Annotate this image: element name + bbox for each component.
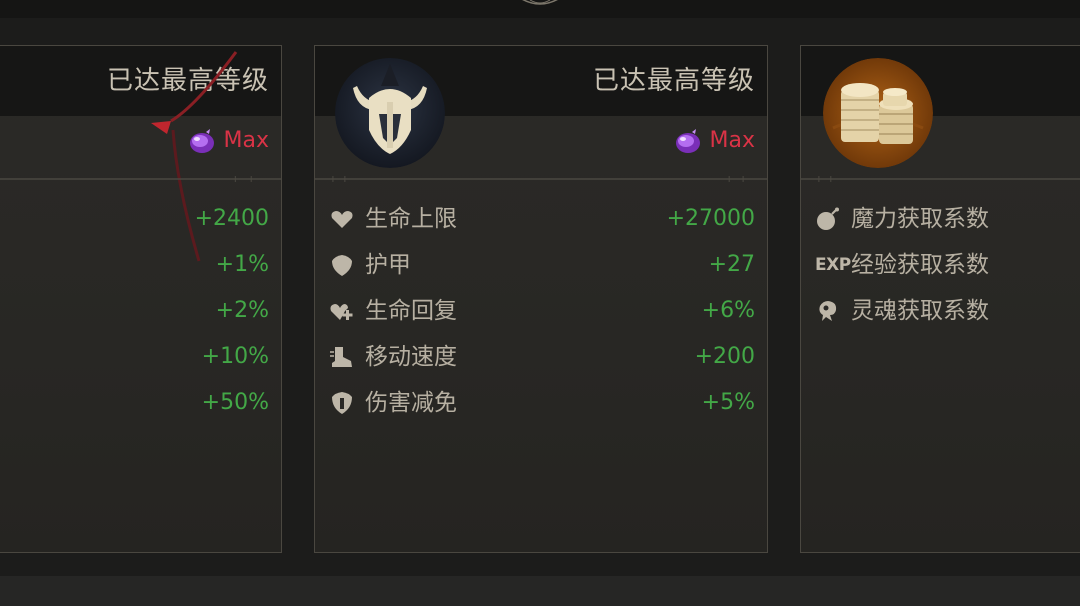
- divider: [801, 176, 1080, 182]
- stat-row-exp-gain: EXP 经验获取系数: [815, 250, 1080, 280]
- stat-label: 生命上限: [365, 206, 457, 232]
- heart-icon: [331, 211, 353, 228]
- heart-plus-icon: [330, 304, 353, 320]
- level-status: 已达最高等级: [592, 66, 755, 96]
- stat-row: +1%: [5, 250, 269, 280]
- stat-row-move-speed: 移动速度 +200: [329, 342, 755, 372]
- stat-label: 魔力获取系数: [851, 206, 989, 232]
- stat-value: +27000: [666, 206, 755, 231]
- upgrade-card-left[interactable]: 已达最高等级 Max +2400 +1% +2% +10% +50%: [0, 45, 282, 553]
- stat-value: +2400: [194, 206, 269, 231]
- stat-label: 灵魂获取系数: [851, 298, 989, 324]
- stat-row: +2400: [5, 204, 269, 234]
- exp-icon: EXP: [815, 255, 851, 275]
- max-level-indicator: Max: [188, 126, 269, 156]
- stat-label: 伤害减免: [365, 390, 457, 416]
- armor-shield-icon: [332, 392, 352, 414]
- stat-row: +50%: [5, 388, 269, 418]
- stat-value: +50%: [201, 390, 269, 415]
- stat-value: +10%: [201, 344, 269, 369]
- stat-row: +2%: [5, 296, 269, 326]
- stat-row-soul-gain: 灵魂获取系数: [815, 296, 1080, 326]
- stat-value: +200: [694, 344, 755, 369]
- level-status: 已达最高等级: [106, 66, 269, 96]
- stat-row: +10%: [5, 342, 269, 372]
- bottom-bar: [0, 576, 1080, 606]
- upgrade-card-armor[interactable]: 已达最高等级 Max 生命上限 +27000 护甲 +27 生命回复 +6% 移…: [314, 45, 768, 553]
- stat-value: +6%: [701, 298, 755, 323]
- purple-gem-icon: [189, 129, 214, 153]
- stat-value: +5%: [701, 390, 755, 415]
- stat-label: 生命回复: [365, 298, 457, 324]
- upgrade-card-resources[interactable]: 魔力获取系数 EXP 经验获取系数 灵魂获取系数: [800, 45, 1080, 553]
- stat-value: +1%: [215, 252, 269, 277]
- horned-helmet-icon: [335, 58, 445, 168]
- purple-gem-icon: [675, 129, 700, 153]
- upgrade-panel: 已达最高等级 Max +2400 +1% +2% +10% +50% 已达最高等…: [0, 0, 1080, 606]
- stat-row-damage-reduction: 伤害减免 +5%: [329, 388, 755, 418]
- stat-label: 护甲: [365, 252, 411, 278]
- divider: [0, 176, 281, 182]
- top-ornament-icon: [522, 0, 558, 5]
- mana-bomb-icon: [817, 207, 839, 230]
- coin-stack-icon: [823, 58, 933, 168]
- stat-row-armor: 护甲 +27: [329, 250, 755, 280]
- max-label: Max: [709, 128, 755, 153]
- stat-label: 经验获取系数: [851, 252, 989, 278]
- max-level-indicator: Max: [674, 126, 755, 156]
- stat-row-max-health: 生命上限 +27000: [329, 204, 755, 234]
- stat-value: +2%: [215, 298, 269, 323]
- divider: [315, 176, 767, 182]
- max-label: Max: [223, 128, 269, 153]
- stat-row-health-regen: 生命回复 +6%: [329, 296, 755, 326]
- soul-icon: [819, 301, 837, 321]
- stat-row-mana-gain: 魔力获取系数: [815, 204, 1080, 234]
- shield-icon: [332, 255, 352, 276]
- boot-icon: [330, 347, 352, 367]
- stat-label: 移动速度: [365, 344, 457, 370]
- stat-value: +27: [708, 252, 755, 277]
